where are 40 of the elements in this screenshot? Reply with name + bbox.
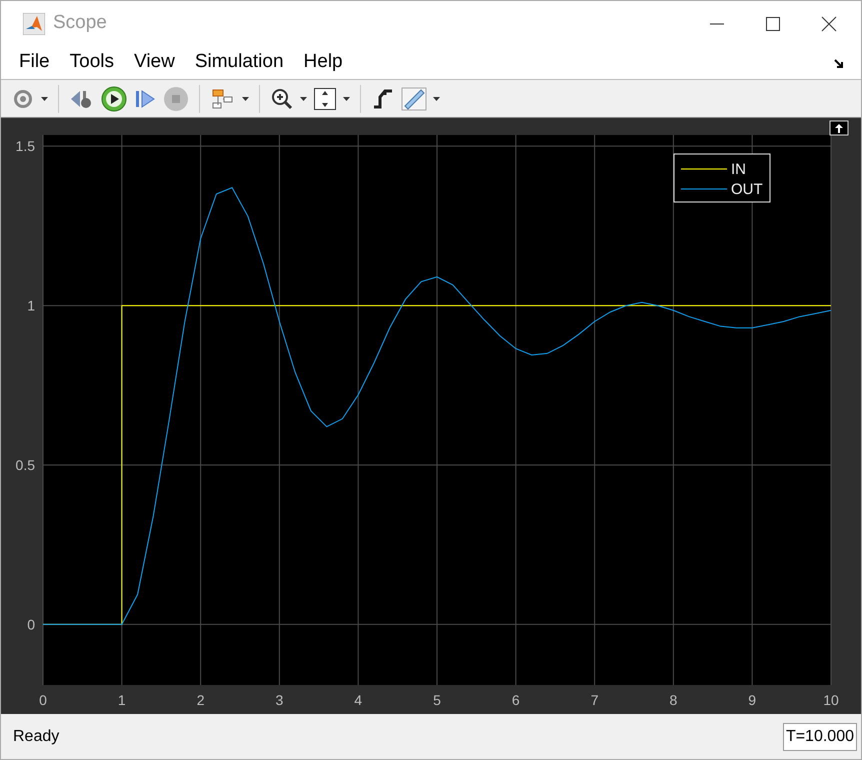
x-tick-label: 3 [276,692,284,708]
close-icon[interactable] [821,16,837,32]
menu-item[interactable]: Help [304,48,343,77]
y-tick-label: 1.5 [16,138,35,154]
y-tick-label: 0.5 [16,457,35,473]
menu-item[interactable]: View [134,48,175,77]
menu-item[interactable]: File [19,48,50,77]
y-tick-label: 0 [27,616,35,632]
x-tick-label: 2 [196,692,204,708]
play-icon[interactable] [101,86,127,112]
corner-arrow-icon[interactable] [833,58,845,70]
y-tick-label: 1 [27,298,35,314]
x-tick-label: 0 [39,692,47,708]
time-readout: T=10.000 [782,722,857,750]
legend-label: OUT [731,181,763,198]
x-tick-label: 6 [512,692,520,708]
status-message: Ready [13,726,60,746]
x-tick-label: 9 [748,692,756,708]
menu-item[interactable]: Simulation [194,48,284,77]
maximize-icon[interactable] [765,16,781,32]
x-tick-label: 8 [670,692,678,708]
app-logo-icon [23,12,45,34]
x-tick-label: 4 [354,692,362,708]
ruler-icon[interactable] [401,86,427,110]
x-tick-label: 1 [118,692,126,708]
legend-label: IN [731,161,746,178]
dropdown-caret-icon[interactable] [433,96,440,100]
x-tick-label: 5 [433,692,441,708]
menu-item[interactable]: Tools [70,48,114,77]
dropdown-caret-icon[interactable] [343,96,350,100]
trigger-icon[interactable] [371,86,395,110]
x-tick-label: 7 [590,692,598,708]
dropdown-caret-icon[interactable] [242,96,249,100]
dropdown-caret-icon[interactable] [41,96,48,100]
zoom-in-icon[interactable] [270,86,294,110]
dropdown-caret-icon[interactable] [300,96,307,100]
window-title: Scope [53,11,107,36]
undock-icon[interactable] [830,120,848,136]
scale-axes-icon[interactable] [313,86,337,110]
x-tick-label: 10 [823,692,839,708]
